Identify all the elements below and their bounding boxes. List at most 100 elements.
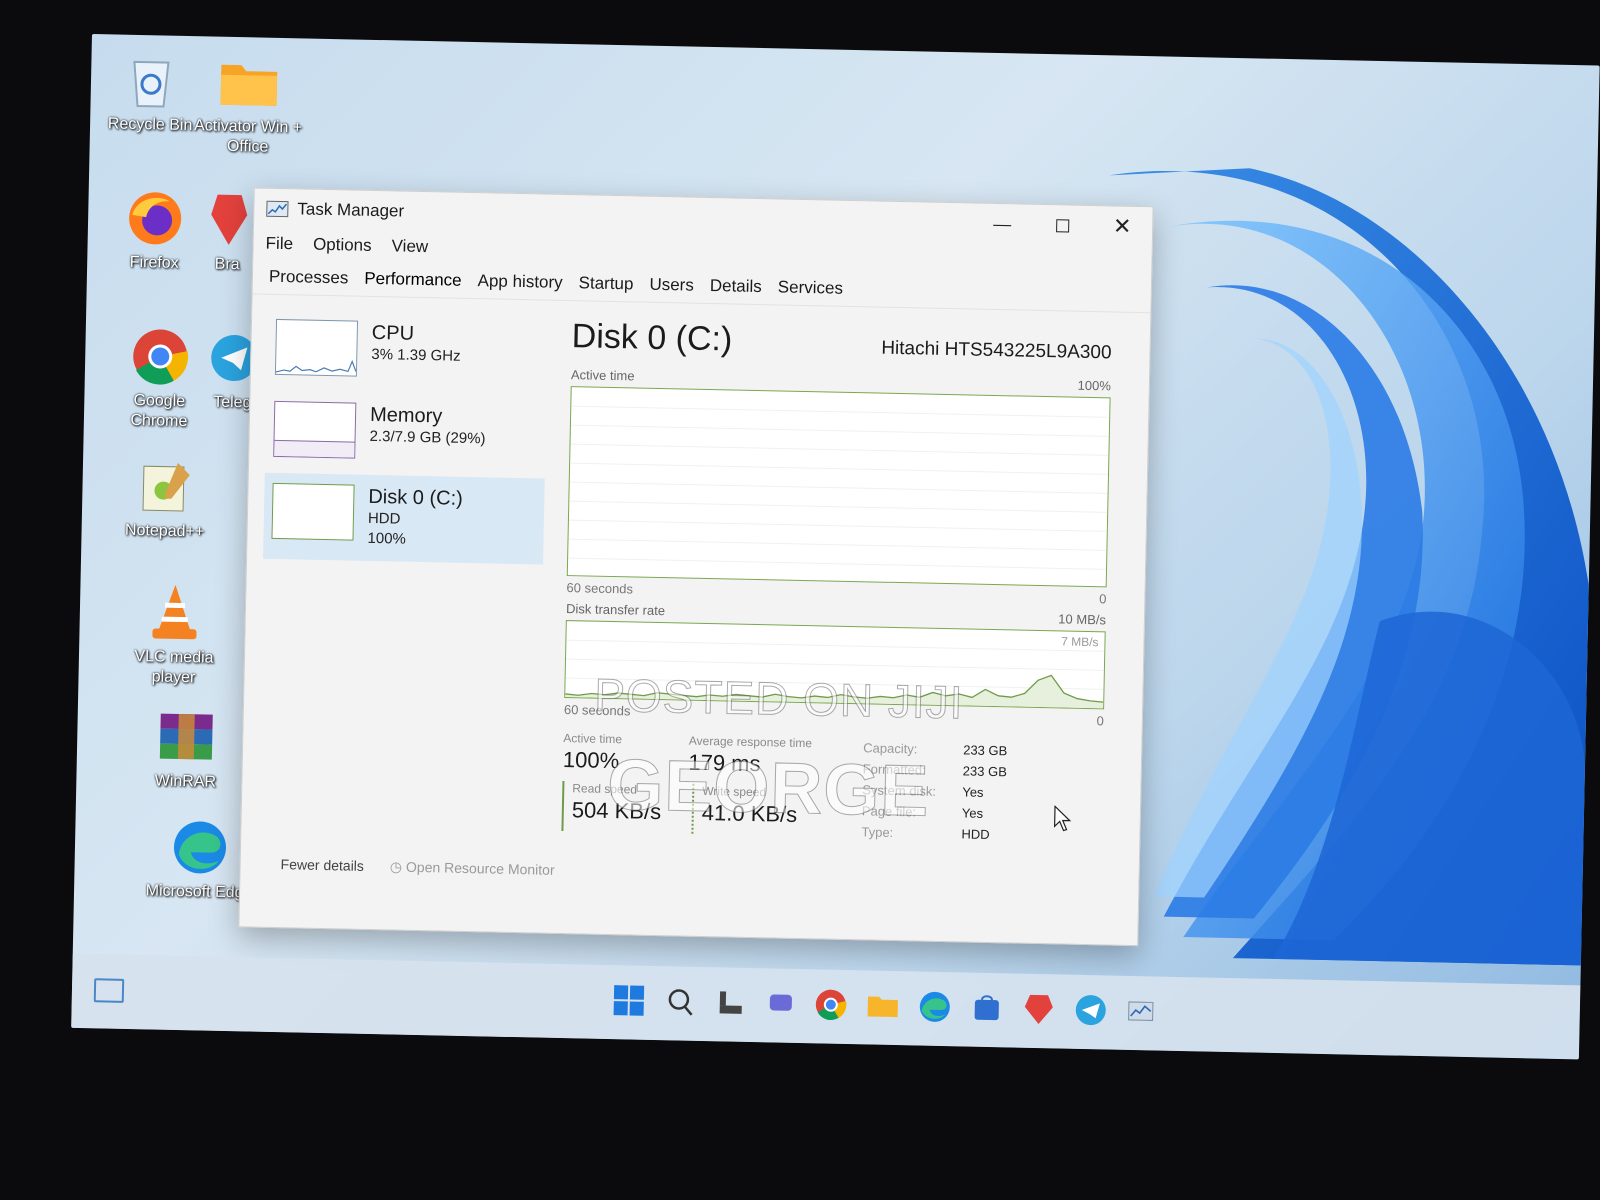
- task-view-icon[interactable]: [714, 985, 749, 1020]
- brave-icon: [197, 188, 260, 251]
- taskbar-chrome-icon[interactable]: [813, 987, 848, 1022]
- tab-app-history[interactable]: App history: [477, 271, 562, 293]
- start-icon[interactable]: [612, 983, 647, 1018]
- desktop-icon-label: Firefox: [129, 253, 179, 272]
- active-time-graph-min: 0: [1099, 591, 1107, 607]
- prop-row: Page file: Yes: [861, 803, 984, 821]
- menu-options[interactable]: Options: [313, 235, 372, 256]
- minimize-icon: —: [993, 213, 1012, 234]
- winrar-icon: [155, 705, 218, 768]
- mouse-cursor-icon: [1053, 805, 1072, 832]
- desktop-icon-label: Recycle Bin: [107, 115, 193, 135]
- menu-view[interactable]: View: [391, 236, 428, 257]
- active-time-graph-max: 100%: [1077, 377, 1112, 394]
- search-icon[interactable]: [664, 984, 699, 1019]
- desktop-icon-vlc[interactable]: VLC media player: [118, 581, 230, 689]
- prop-row: Type: HDD: [861, 824, 990, 842]
- tab-users[interactable]: Users: [649, 274, 694, 295]
- desktop-icon-label: Activator Win + Office: [193, 117, 303, 156]
- stat-active-time: 100%: [562, 747, 620, 774]
- disk-stats: Active time 100% Average response time 1…: [561, 731, 1103, 847]
- transfer-rate-plot: [565, 639, 1105, 709]
- active-time-grid: [568, 405, 1110, 570]
- taskbar-brave-icon[interactable]: [1021, 992, 1056, 1027]
- resource-sidebar: CPU 3% 1.39 GHz Memory 2.3/7.9 GB (29%): [263, 309, 548, 565]
- transfer-rate-graph: 7 MB/s: [564, 620, 1106, 710]
- sidebar-item-name: Memory: [369, 403, 443, 428]
- taskbar-telegram-icon[interactable]: [1073, 993, 1108, 1028]
- stat-read: 504 KB/s: [571, 797, 662, 825]
- chat-icon[interactable]: [763, 986, 798, 1021]
- prop-row: Capacity: 233 GB: [863, 740, 1008, 759]
- performance-panel: CPU 3% 1.39 GHz Memory 2.3/7.9 GB (29%): [240, 294, 1150, 913]
- memory-mini-graph: [273, 400, 357, 459]
- desktop-screen: Recycle Bin Activator Win + Office Firef…: [71, 34, 1600, 1060]
- tab-details[interactable]: Details: [710, 275, 762, 296]
- task-manager-icon: [266, 200, 289, 218]
- desktop-icon-label: WinRAR: [154, 772, 217, 791]
- desktop-icon-notepadpp[interactable]: Notepad++: [109, 454, 221, 542]
- sidebar-item-cpu[interactable]: CPU 3% 1.39 GHz: [267, 309, 549, 397]
- stat-write: 41.0 KB/s: [701, 799, 798, 827]
- desktop-icon-winrar[interactable]: WinRAR: [130, 705, 242, 793]
- taskbar-store-icon[interactable]: [969, 991, 1004, 1026]
- tab-startup[interactable]: Startup: [578, 273, 633, 294]
- resource-monitor-icon: ◷: [389, 858, 407, 875]
- transfer-rate-area: [565, 675, 1104, 709]
- vlc-icon: [143, 581, 206, 644]
- sidebar-item-usage: 100%: [367, 529, 407, 548]
- widgets-icon[interactable]: [93, 978, 125, 1003]
- cpu-mini-graph: [274, 318, 359, 377]
- task-manager-window: Task Manager — ✕ File Options View Proce…: [238, 187, 1154, 947]
- desktop-icon-chrome[interactable]: Google Chrome: [104, 324, 216, 432]
- maximize-icon: [1055, 218, 1069, 232]
- minimize-button[interactable]: —: [972, 203, 1033, 244]
- maximize-button[interactable]: [1032, 205, 1093, 246]
- sidebar-item-detail: 3% 1.39 GHz: [371, 345, 461, 365]
- open-resource-monitor-link[interactable]: ◷ Open Resource Monitor: [390, 858, 555, 878]
- disk-detail-pane: Disk 0 (C:) Hitachi HTS543225L9A300 Acti…: [561, 315, 1112, 847]
- sidebar-item-disk[interactable]: Disk 0 (C:) HDD 100%: [263, 472, 545, 565]
- desktop-icon-recycle-bin[interactable]: Recycle Bin: [95, 48, 207, 136]
- edge-icon: [168, 816, 231, 879]
- tab-services[interactable]: Services: [778, 277, 844, 298]
- desktop-icon-activator[interactable]: Activator Win + Office: [192, 50, 304, 158]
- desktop-icon-label: Bra: [214, 255, 240, 274]
- notepadpp-icon: [134, 455, 197, 518]
- transfer-rate-graph-min: 0: [1096, 713, 1104, 729]
- desktop-icon-label: Notepad++: [124, 521, 205, 541]
- active-time-graph-xlabel: 60 seconds: [566, 580, 634, 597]
- sidebar-item-name: Disk 0 (C:): [368, 485, 464, 510]
- chrome-icon: [129, 325, 192, 388]
- grid-line: [565, 677, 1104, 690]
- close-button[interactable]: ✕: [1092, 206, 1153, 247]
- tab-performance[interactable]: Performance: [364, 268, 462, 290]
- sidebar-item-detail: 2.3/7.9 GB (29%): [369, 427, 486, 448]
- menu-file[interactable]: File: [265, 234, 293, 255]
- transfer-rate-graph-max: 10 MB/s: [1058, 611, 1107, 628]
- photo-stage: Recycle Bin Activator Win + Office Firef…: [0, 0, 1600, 1200]
- prop-row: Formatted: 233 GB: [862, 761, 1007, 780]
- firefox-icon: [124, 187, 187, 250]
- grid-line: [566, 658, 1104, 671]
- fewer-details-link[interactable]: Fewer details: [280, 856, 364, 875]
- active-time-graph: [566, 386, 1111, 588]
- taskbar-edge-icon[interactable]: [917, 990, 952, 1025]
- tab-processes[interactable]: Processes: [269, 266, 349, 288]
- transfer-rate-graph-label: Disk transfer rate: [565, 601, 666, 619]
- sidebar-item-type: HDD: [367, 509, 401, 528]
- desktop-icon-label: Google Chrome: [130, 391, 188, 431]
- desktop-icon-firefox[interactable]: Firefox: [99, 186, 211, 274]
- taskbar-explorer-icon[interactable]: [865, 988, 900, 1023]
- stat-response: 179 ms: [688, 749, 761, 777]
- transfer-rate-graph-xlabel: 60 seconds: [563, 702, 631, 719]
- active-time-graph-label: Active time: [570, 367, 635, 384]
- sidebar-item-memory[interactable]: Memory 2.3/7.9 GB (29%): [265, 391, 547, 479]
- recycle-bin-icon: [119, 49, 182, 112]
- desktop-icon-label: VLC media player: [134, 648, 214, 687]
- window-title: Task Manager: [297, 199, 405, 221]
- close-icon: ✕: [1112, 213, 1132, 239]
- folder-icon: [217, 51, 280, 114]
- desktop-icon-brave[interactable]: Bra: [197, 188, 259, 275]
- taskbar-task-manager-icon[interactable]: [1123, 994, 1158, 1029]
